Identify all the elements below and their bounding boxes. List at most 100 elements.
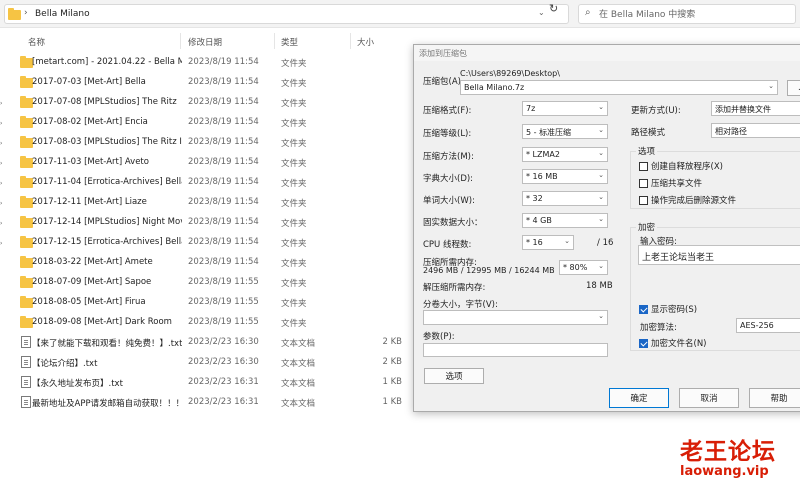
address-bar[interactable]: › Bella Milano ⌄ (4, 4, 569, 24)
file-size: 2 KB (382, 357, 402, 367)
archive-name-combo[interactable]: Bella Milano.7z ⌄ (460, 80, 778, 95)
show-password-checkbox[interactable]: 显示密码(S) (639, 303, 697, 315)
file-date: 2023/8/19 11:54 (188, 237, 259, 247)
checkbox-box[interactable] (639, 195, 648, 205)
file-row[interactable]: 2018-03-22 [Met-Art] Amete 2023/8/19 11:5… (12, 252, 412, 272)
file-date: 2023/8/19 11:55 (188, 317, 259, 327)
file-row[interactable]: 2017-11-03 [Met-Art] Aveto 2023/8/19 11:5… (12, 152, 412, 172)
file-name: 2017-11-04 [Errotica-Archives] Bella ... (32, 177, 182, 187)
chevron-down-icon[interactable]: ⌄ (538, 8, 545, 17)
column-divider[interactable] (274, 33, 275, 49)
expand-icon[interactable]: › (0, 240, 2, 247)
word-select[interactable]: * 32 ⌄ (522, 191, 608, 206)
chevron-down-icon: ⌄ (598, 103, 604, 111)
navigation-pane[interactable]: › › › › › › › › (0, 28, 9, 491)
file-row[interactable]: 【永久地址发布页】.txt 2023/2/23 16:31 文本文档 1 KB (12, 372, 412, 392)
file-name: 2017-11-03 [Met-Art] Aveto (32, 157, 149, 167)
search-box[interactable]: ⌕ (578, 4, 796, 24)
file-row[interactable]: 最新地址及APP请发邮箱自动获取！！！... 2023/2/23 16:31 文本文… (12, 392, 412, 412)
password-input[interactable]: 上老王论坛当老王 (638, 245, 800, 265)
dialog-title-bar[interactable]: 添加到压缩包 (414, 45, 800, 61)
memory-percent-select[interactable]: * 80% ⌄ (559, 260, 608, 275)
split-select[interactable]: ⌄ (423, 310, 608, 325)
cpu-select[interactable]: * 16 ⌄ (522, 235, 574, 250)
file-row[interactable]: 【来了就能下载和观看！纯免费！】.txt 2023/2/23 16:30 文本文档 2… (12, 332, 412, 352)
file-row[interactable]: 2017-12-14 [MPLStudios] Night Moves 2023/… (12, 212, 412, 232)
cancel-button[interactable]: 取消 (679, 388, 739, 408)
method-select[interactable]: * LZMA2 ⌄ (522, 147, 608, 162)
column-divider[interactable] (350, 33, 351, 49)
path-mode-label: 路径模式 (631, 128, 666, 138)
file-row[interactable]: 2017-12-15 [Errotica-Archives] Bella ...… (12, 232, 412, 252)
file-name: 2017-07-08 [MPLStudios] The Ritz (32, 97, 177, 107)
column-type[interactable]: 类型 (281, 36, 298, 48)
params-input[interactable] (423, 343, 608, 357)
level-select[interactable]: 5 - 标准压缩 ⌄ (522, 124, 608, 139)
file-date: 2023/8/19 11:55 (188, 277, 259, 287)
file-row[interactable]: 2017-07-08 [MPLStudios] The Ritz 2023/8/1… (12, 92, 412, 112)
decompress-memory-value: 18 MB (586, 281, 613, 291)
checkbox-box[interactable] (639, 161, 648, 171)
path-mode-select[interactable]: 相对路径 (711, 123, 800, 138)
file-row[interactable]: 2017-07-03 [Met-Art] Bella 2023/8/19 11:5… (12, 72, 412, 92)
file-date: 2023/8/19 11:54 (188, 217, 259, 227)
file-type: 文件夹 (281, 79, 307, 89)
checkbox-box[interactable] (639, 304, 648, 314)
file-row[interactable]: [metart.com] - 2021.04.22 - Bella Mil...… (12, 52, 412, 72)
dict-select[interactable]: * 16 MB ⌄ (522, 169, 608, 184)
level-value: 5 - 标准压缩 (526, 128, 572, 137)
format-select[interactable]: 7z ⌄ (522, 101, 608, 116)
chevron-down-icon: ⌄ (564, 237, 570, 245)
column-date[interactable]: 修改日期 (188, 36, 222, 48)
expand-icon[interactable]: › (0, 180, 2, 187)
file-date: 2023/8/19 11:55 (188, 297, 259, 307)
column-size[interactable]: 大小 (357, 36, 374, 48)
file-date: 2023/8/19 11:54 (188, 117, 259, 127)
help-button[interactable]: 帮助 (749, 388, 800, 408)
expand-icon[interactable]: › (0, 140, 2, 147)
file-date: 2023/2/23 16:30 (188, 357, 259, 367)
chevron-down-icon: ⌄ (598, 126, 604, 134)
expand-icon[interactable]: › (0, 220, 2, 227)
search-input[interactable] (599, 8, 789, 21)
file-size: 1 KB (382, 397, 402, 407)
file-row[interactable]: 2017-12-11 [Met-Art] Liaze 2023/8/19 11:5… (12, 192, 412, 212)
checkbox-box[interactable] (639, 178, 648, 188)
options-button[interactable]: 选项 (424, 368, 484, 384)
file-row[interactable]: 2017-11-04 [Errotica-Archives] Bella ...… (12, 172, 412, 192)
expand-icon[interactable]: › (0, 160, 2, 167)
file-row[interactable]: 2018-07-09 [Met-Art] Sapoe 2023/8/19 11:5… (12, 272, 412, 292)
encryption-method-select[interactable]: AES-256⌄ (736, 318, 800, 333)
file-name: 2018-08-05 [Met-Art] Firua (32, 297, 146, 307)
file-row[interactable]: 2017-08-02 [Met-Art] Encia 2023/8/19 11:5… (12, 112, 412, 132)
memory-values: 2496 MB / 12995 MB / 16244 MB (423, 266, 555, 275)
column-name[interactable]: 名称 (28, 36, 45, 48)
solid-label: 固实数据大小： (423, 218, 483, 228)
checkbox-box[interactable] (639, 338, 648, 348)
expand-icon[interactable]: › (0, 120, 2, 127)
chevron-right-icon[interactable]: › (24, 8, 28, 18)
file-row[interactable]: 【论坛介绍】.txt 2023/2/23 16:30 文本文档 2 KB (12, 352, 412, 372)
file-row[interactable]: 2018-09-08 [Met-Art] Dark Room 2023/8/19 … (12, 312, 412, 332)
ok-button[interactable]: 确定 (609, 388, 669, 408)
shared-files-checkbox[interactable]: 压缩共享文件 (639, 177, 702, 189)
expand-icon[interactable]: › (0, 200, 2, 207)
file-row[interactable]: 2018-08-05 [Met-Art] Firua 2023/8/19 11:5… (12, 292, 412, 312)
column-divider[interactable] (180, 33, 181, 49)
create-sfx-checkbox[interactable]: 创建自释放程序(X) (639, 160, 723, 172)
search-icon: ⌕ (585, 7, 591, 18)
file-date: 2023/2/23 16:31 (188, 397, 259, 407)
refresh-icon[interactable]: ↻ (549, 2, 558, 15)
address-path[interactable]: Bella Milano (35, 9, 90, 19)
browse-button[interactable]: ... (787, 80, 800, 96)
file-size: 1 KB (382, 377, 402, 387)
file-row[interactable]: 2017-08-03 [MPLStudios] The Ritz II 2023/… (12, 132, 412, 152)
encrypt-names-checkbox[interactable]: 加密文件名(N) (639, 337, 707, 349)
dict-value: * 16 MB (526, 172, 558, 181)
expand-icon[interactable]: › (0, 100, 2, 107)
delete-after-checkbox[interactable]: 操作完成后删除源文件 (639, 194, 736, 206)
solid-select[interactable]: * 4 GB ⌄ (522, 213, 608, 228)
shared-files-label: 压缩共享文件 (651, 179, 703, 189)
update-select[interactable]: 添加并替换文件 (711, 101, 800, 116)
file-date: 2023/8/19 11:54 (188, 197, 259, 207)
